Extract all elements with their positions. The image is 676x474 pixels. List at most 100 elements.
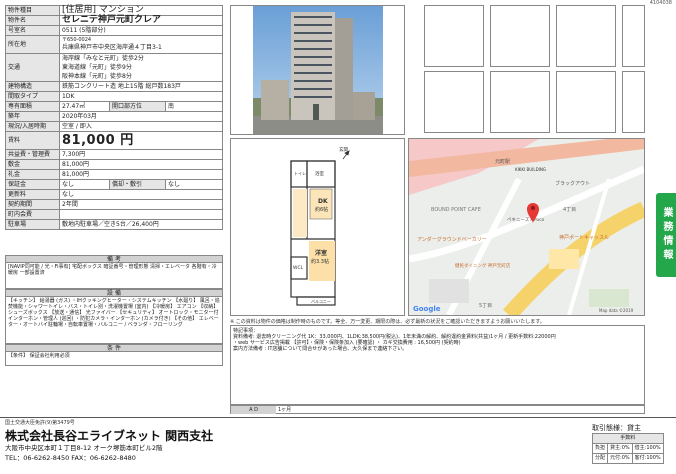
structure-value: 鉄筋コンクリート造 地上15階 総戸数183戸 (59, 81, 223, 92)
key-money-value: 81,000円 (59, 169, 223, 180)
map-label: ペキニーズトPoco (507, 216, 545, 223)
town-fee-value (59, 209, 223, 220)
ad-value: 1ヶ月 (278, 407, 292, 413)
transport-cell: 海岸線「みなと元町」徒歩2分 東海道線「元町」徒歩9分 阪神本線「元町」徒歩8分 (59, 53, 223, 82)
fee-title: 手数料 (592, 433, 664, 444)
area-value: 27.47㎡ (59, 101, 110, 112)
company-phone: TEL：06-6262-8450 FAX：06-6262-8480 (5, 454, 136, 462)
layout-label: 間取タイプ (5, 91, 60, 102)
equipment-header: 設 備 (5, 289, 223, 297)
floor-plan-dk-label: DK (318, 198, 328, 205)
company-address: 大阪市中央区本町１丁目8-12 オーク堺筋本町ビル2階 (5, 444, 163, 452)
parking-label: 駐車場 (5, 219, 60, 230)
built-value: 2020年03月 (59, 111, 223, 122)
fee-row-label: 負担 (591, 443, 609, 454)
deposit-value: 81,000円 (59, 159, 223, 170)
floor-plan[interactable]: トイレ 浴室 DK 約6帖 洋室 約3.3帖 WCL バルコニー 玄関 (230, 138, 405, 316)
transaction-type: 取引態様：貸主 (592, 424, 641, 432)
area-label: 専有面積 (5, 101, 60, 112)
status-value: 空室 / 即入 (59, 121, 223, 132)
parking-value: 敷地内駐車場／空き5台／26,400円 (59, 219, 223, 230)
amort-label: 償却・敷引 (109, 179, 166, 190)
conditions-body: 【条件】 保証会社利用必須 (5, 352, 223, 366)
guarantee-value: なし (59, 179, 110, 190)
property-name: セレニテ神戸元町クレア (59, 15, 223, 26)
ad-label: A D (231, 406, 276, 414)
key-money-label: 礼金 (5, 169, 60, 180)
property-table: 物件種目 [住居用] マンション 物件名 セレニテ神戸元町クレア 号室名 051… (5, 5, 223, 230)
town-fee-label: 町内会費 (5, 209, 60, 220)
fee-row-value: 客付:100% (631, 453, 664, 464)
renewal-value: なし (59, 189, 223, 200)
transport-label: 交通 (5, 53, 60, 82)
opening-value: 南 (165, 101, 223, 112)
location-map[interactable]: 元町駅 KIKKI BUILDING ブラックアウト BOUND POINT C… (408, 138, 645, 316)
type-value: [住居用] マンション (59, 5, 223, 16)
google-logo: Google (413, 305, 441, 313)
remarks-body: [NAVIP同可能 / 光・Fi事有] 宅配ボックス 暗証番号・管理形態 清掃・… (5, 263, 223, 289)
map-attribution: Map data ©2019 (599, 308, 634, 313)
floor-plan-bedroom-size: 約3.3帖 (311, 258, 329, 265)
renewal-label: 更新料 (5, 189, 60, 200)
map-label: アンダーグラウンドベーカリー (417, 236, 487, 243)
map-label: 神戸ポートキャッスル (559, 234, 609, 241)
fee-row-value: 元付:0% (607, 453, 633, 464)
photo-thumbnail[interactable] (622, 71, 645, 133)
structure-label: 建物構造 (5, 81, 60, 92)
map-label: BOUND POINT CAFE (431, 207, 481, 213)
footer-divider (0, 417, 676, 418)
contract-value: 2年間 (59, 199, 223, 210)
mgmt-value: 7,300円 (59, 149, 223, 160)
floor-plan-toilet: トイレ (294, 171, 306, 176)
address-cell: 〒650-0024 兵庫県神戸市中央区海岸通４丁目3-1 (59, 35, 223, 54)
built-label: 築年 (5, 111, 60, 122)
photo-thumbnail[interactable] (424, 5, 484, 67)
photo-thumbnail[interactable] (622, 5, 645, 67)
photo-thumbnail[interactable] (556, 71, 616, 133)
address-value: 兵庫県神戸市中央区海岸通４丁目3-1 (62, 44, 162, 51)
map-label: 健民ダイニング 神戸元町店 (455, 262, 511, 269)
floor-plan-balcony: バルコニー (311, 299, 331, 304)
map-label: 4丁目 (563, 207, 576, 213)
floor-plan-dk-size: 約6帖 (315, 206, 328, 213)
special-remarks-line: 案内方法備考 : IT店舗について問合せがあった場合、大久保まで連絡下さい。 (233, 346, 408, 352)
layout-value: 1DK (59, 91, 223, 102)
fee-table: 手数料 負担 貸主:0% 借主:100% 分配 元付:0% 客付:100% (591, 433, 664, 464)
map-label: KIKKI BUILDING (515, 167, 546, 172)
building-photo-frame[interactable] (230, 5, 405, 135)
fee-row-label: 分配 (591, 453, 609, 464)
rent-label: 賃料 (5, 131, 60, 150)
disclaimer: ※ この資料は物件の価格は制作時のものです。等全、万一変更、期限の際は、必ず最新… (230, 319, 545, 325)
map-label: 5丁目 (479, 303, 492, 309)
map-label: ブラックアウト (555, 180, 590, 187)
fee-row-value: 貸主:0% (607, 443, 633, 454)
photo-thumbnail[interactable] (556, 5, 616, 67)
name-label: 物件名 (5, 15, 60, 26)
status-label: 現況/入居時期 (5, 121, 60, 132)
ad-row: A D 1ヶ月 (230, 405, 645, 414)
transport-line: 海岸線「みなと元町」徒歩2分 (62, 55, 144, 62)
equipment-body: 【キッチン】 給湯器 (ガス) ・IHクッキングヒーター・システムキッチン 【水… (5, 297, 223, 344)
rent-value: 81,000 円 (59, 131, 223, 150)
mgmt-label: 共益費・管理費 (5, 149, 60, 160)
map-canvas: 元町駅 KIKKI BUILDING ブラックアウト BOUND POINT C… (409, 139, 644, 315)
guarantee-label: 保証金 (5, 179, 60, 190)
photo-thumbnail[interactable] (490, 5, 550, 67)
room-value: 0511 (5階部分) (59, 25, 223, 36)
document-id: 4104038 (649, 0, 672, 6)
floor-plan-bath: 浴室 (315, 170, 324, 177)
room-label: 号室名 (5, 25, 60, 36)
address-label: 所在地 (5, 35, 60, 54)
photo-thumbnail[interactable] (490, 71, 550, 133)
business-info-tab[interactable]: 業務情報 (656, 193, 676, 277)
remarks-header: 備 考 (5, 255, 223, 263)
transport-line: 阪神本線「元町」徒歩8分 (62, 73, 132, 80)
photo-thumbnail[interactable] (424, 71, 484, 133)
license-number: 国土交通大臣免許(9)第3479号 (5, 420, 75, 426)
type-label: 物件種目 (5, 5, 60, 16)
transport-line: 東海道線「元町」徒歩9分 (62, 64, 132, 71)
map-label: 元町駅 (495, 159, 510, 165)
floor-plan-drawing: トイレ 浴室 DK 約6帖 洋室 約3.3帖 WCL バルコニー 玄関 (290, 146, 350, 306)
conditions-header: 条 件 (5, 344, 223, 352)
deposit-label: 敷金 (5, 159, 60, 170)
